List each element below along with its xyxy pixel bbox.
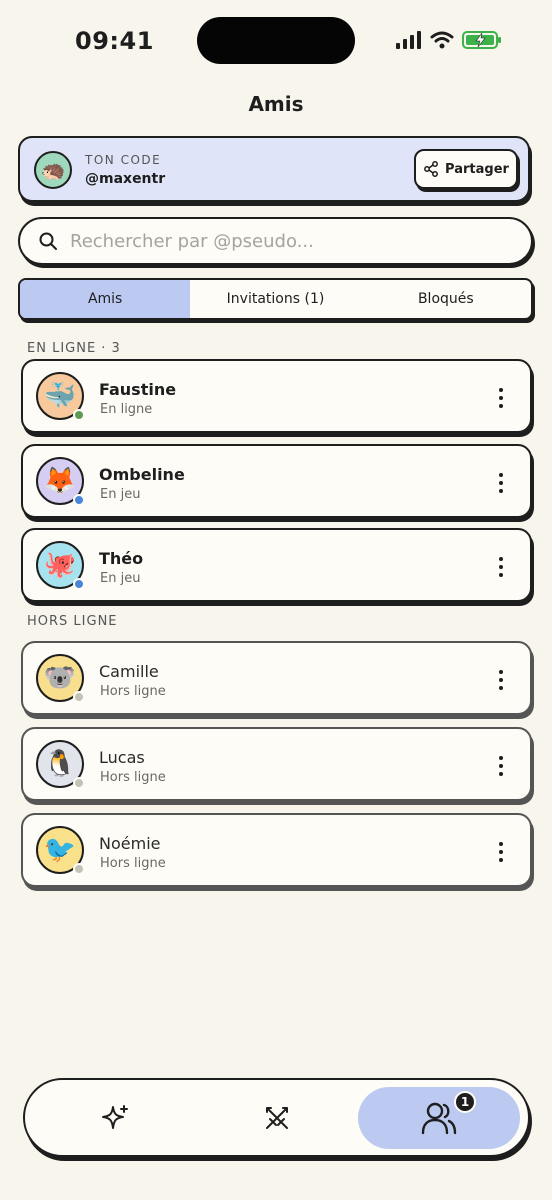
friend-code-card: 🦔 TON CODE @maxentr Partager [18, 136, 530, 202]
more-options-icon[interactable] [498, 557, 504, 577]
notification-badge: 1 [454, 1091, 476, 1113]
friend-status: En ligne [100, 402, 153, 417]
friend-row[interactable]: 🐙 Théo En jeu [21, 528, 532, 602]
more-options-icon[interactable] [498, 670, 504, 690]
friend-row[interactable]: 🐧 Lucas Hors ligne [21, 727, 532, 801]
more-options-icon[interactable] [498, 473, 504, 493]
battery-charging-icon [462, 31, 501, 49]
wifi-icon [430, 31, 454, 49]
sparkles-icon [102, 1105, 128, 1129]
toucan-icon: 🐦 [43, 835, 77, 865]
more-options-icon[interactable] [498, 388, 504, 408]
search-bar[interactable] [18, 217, 533, 265]
section-offline-label: HORS LIGNE [27, 614, 118, 629]
tab-bar: Amis Invitations (1) Bloqués [18, 278, 533, 320]
penguin-icon: 🐧 [43, 749, 77, 779]
presence-dot [73, 409, 85, 421]
code-label: TON CODE [85, 153, 162, 167]
status-icons [396, 30, 502, 50]
share-button[interactable]: Partager [414, 149, 518, 189]
more-options-icon[interactable] [498, 842, 504, 862]
status-time: 09:41 [75, 27, 154, 55]
tab-blocked[interactable]: Bloqués [361, 280, 531, 318]
friend-status: En jeu [100, 571, 141, 586]
more-options-icon[interactable] [498, 756, 504, 776]
nav-friends[interactable]: 1 [358, 1087, 520, 1149]
friend-name: Noémie [99, 834, 161, 853]
code-value: @maxentr [85, 171, 166, 187]
friend-status: Hors ligne [100, 770, 166, 785]
friend-status: Hors ligne [100, 684, 166, 699]
friend-status: Hors ligne [100, 856, 166, 871]
status-bar: 09:41 [0, 0, 552, 84]
octopus-icon: 🐙 [43, 550, 77, 580]
section-online-label: EN LIGNE · 3 [27, 341, 121, 356]
search-input[interactable] [68, 229, 492, 253]
friend-name: Théo [99, 549, 144, 568]
friend-row[interactable]: 🐦 Noémie Hors ligne [21, 813, 532, 887]
whale-icon: 🐳 [43, 381, 77, 411]
tab-invitations[interactable]: Invitations (1) [190, 280, 360, 318]
koala-icon: 🐨 [43, 663, 77, 693]
friend-name: Faustine [99, 380, 177, 399]
friend-name: Ombeline [99, 465, 185, 484]
friend-status: En jeu [100, 487, 141, 502]
friend-row[interactable]: 🐨 Camille Hors ligne [21, 641, 532, 715]
hedgehog-icon: 🦔 [40, 158, 66, 182]
share-icon [424, 161, 438, 177]
bottom-nav: 1 [23, 1078, 530, 1157]
friend-name: Camille [99, 662, 159, 681]
friends-icon [421, 1102, 457, 1135]
friend-name: Lucas [99, 748, 145, 767]
signal-icon [396, 31, 421, 49]
friend-row[interactable]: 🦊 Ombeline En jeu [21, 444, 532, 518]
presence-dot [73, 578, 85, 590]
fox-icon: 🦊 [43, 466, 77, 496]
presence-dot [73, 777, 85, 789]
share-label: Partager [445, 161, 509, 177]
nav-discover[interactable] [45, 1087, 185, 1149]
tab-friends[interactable]: Amis [20, 280, 191, 318]
presence-dot [73, 494, 85, 506]
swords-icon [266, 1107, 288, 1129]
presence-dot [73, 691, 85, 703]
avatar: 🦔 [34, 151, 72, 189]
presence-dot [73, 863, 85, 875]
page-title: Amis [248, 92, 304, 116]
dynamic-island [197, 17, 355, 64]
nav-play[interactable] [207, 1087, 347, 1149]
search-icon [39, 232, 57, 250]
friend-row[interactable]: 🐳 Faustine En ligne [21, 359, 532, 433]
